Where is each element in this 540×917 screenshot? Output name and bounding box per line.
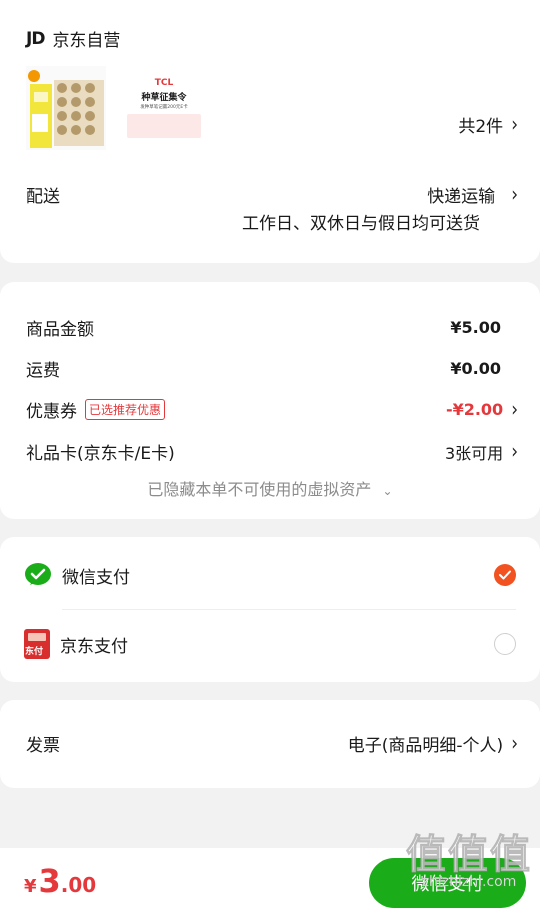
product-image-tcl-promo: TCL 种草征集令 发种草笔记赢200元E卡 (124, 66, 204, 150)
goods-count: 共2件 › (458, 112, 518, 138)
invoice-row[interactable]: 发票 电子(商品明细-个人) › (26, 731, 518, 757)
pay-button[interactable]: 微信支付 (369, 858, 526, 908)
freight-label: 运费 (26, 361, 60, 381)
tcl-promo-banner (127, 114, 201, 138)
goods-row[interactable]: TCL 种草征集令 发种草笔记赢200元E卡 共2件 › (0, 62, 540, 152)
giftcard-label: 礼品卡(京东卡/E卡) (26, 444, 175, 464)
coupon-tag: 已选推荐优惠 (85, 399, 166, 420)
invoice-card[interactable]: 发票 电子(商品明细-个人) › (0, 700, 540, 788)
freight-value: ¥0.00 (450, 359, 501, 378)
hidden-assets-toggle[interactable]: 已隐藏本单不可使用的虚拟资产 ⌄ (0, 476, 540, 500)
tcl-subtitle: 发种草笔记赢200元E卡 (140, 105, 188, 110)
freight-row: 运费 ¥0.00 (26, 356, 518, 381)
chevron-right-icon: › (511, 397, 518, 422)
jd-pay-icon: 东付 (24, 629, 50, 659)
order-total: ¥ 3 .00 (24, 862, 97, 900)
amount-row: 商品金额 ¥5.00 (26, 315, 518, 340)
delivery-note: 工作日、双休日与假日均可送货 (242, 214, 480, 234)
amount-label: 商品金额 (26, 320, 94, 340)
payment-option-wechat[interactable]: 微信支付 (24, 559, 516, 591)
checkout-bar: ¥ 3 .00 微信支付 (0, 848, 540, 917)
payment-divider (62, 609, 516, 610)
delivery-label: 配送 (26, 187, 60, 207)
giftcard-row[interactable]: 礼品卡(京东卡/E卡) 3张可用 › (26, 439, 518, 465)
chevron-right-icon: › (511, 112, 518, 137)
amount-value: ¥5.00 (450, 318, 501, 337)
wechat-pay-label: 微信支付 (62, 567, 130, 588)
chevron-right-icon: › (511, 182, 518, 207)
coupon-label: 优惠券 (26, 402, 77, 422)
shop-header: JD 京东自营 (26, 26, 121, 52)
giftcard-value: 3张可用 (445, 443, 504, 463)
chevron-right-icon: › (511, 731, 518, 756)
product-image-toilet-paper (26, 66, 106, 150)
jd-pay-radio[interactable] (494, 633, 516, 655)
coupon-value: -¥2.00 (445, 400, 504, 419)
coupon-row[interactable]: 优惠券 已选推荐优惠 -¥2.00 › (26, 397, 518, 423)
payment-card: 微信支付 东付 京东支付 (0, 537, 540, 682)
chevron-down-icon: ⌄ (382, 484, 393, 498)
chevron-right-icon: › (511, 439, 518, 464)
delivery-method: 快递运输 (427, 187, 496, 207)
invoice-label: 发票 (26, 736, 60, 756)
order-items-card: JD 京东自营 TCL 种草征集令 发种草笔记赢200元E卡 共2件 › 配送 … (0, 0, 540, 263)
checkmark-icon (499, 570, 511, 580)
tcl-title: 种草征集令 (141, 93, 187, 103)
invoice-value: 电子(商品明细-个人) (347, 736, 504, 756)
shop-name: 京东自营 (52, 31, 121, 51)
wechat-pay-icon (25, 563, 51, 585)
delivery-row[interactable]: 配送 快递运输 › 工作日、双休日与假日均可送货 (26, 182, 518, 235)
wechat-pay-radio-checked[interactable] (494, 564, 516, 586)
price-summary-card: 商品金额 ¥5.00 运费 ¥0.00 优惠券 已选推荐优惠 -¥2.00 › … (0, 282, 540, 519)
jd-logo: JD (26, 28, 45, 49)
tcl-brand: TCL (154, 78, 174, 88)
payment-option-jd[interactable]: 东付 京东支付 (24, 628, 516, 660)
jd-pay-label: 京东支付 (60, 636, 128, 657)
